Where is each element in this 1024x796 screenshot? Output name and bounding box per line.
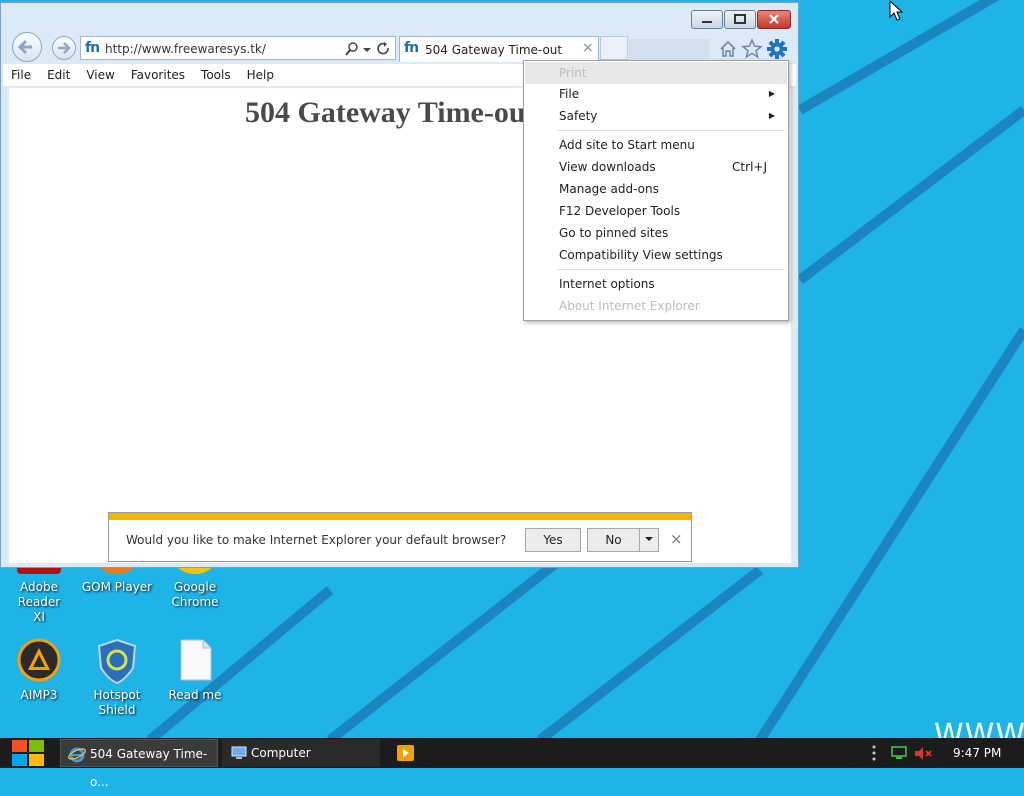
- menu-item-go-to-pinned-sites[interactable]: Go to pinned sites: [525, 222, 787, 244]
- start-button[interactable]: [8, 738, 48, 768]
- page-title: 504 Gateway Time-out: [245, 96, 536, 129]
- tab-close-icon[interactable]: ×: [582, 40, 594, 56]
- menu-view[interactable]: View: [78, 64, 122, 86]
- menu-item-safety[interactable]: Safety ▶: [525, 105, 787, 127]
- favorites-star-icon[interactable]: [741, 38, 763, 60]
- windows-logo-icon: [12, 740, 44, 766]
- close-button[interactable]: [757, 10, 791, 29]
- maximize-button[interactable]: [724, 10, 756, 29]
- menu-item-manage-add-ons[interactable]: Manage add-ons: [525, 178, 787, 200]
- back-button[interactable]: [12, 32, 42, 62]
- tab-title: 504 Gateway Time-out: [425, 43, 563, 57]
- volume-muted-icon[interactable]: [913, 746, 933, 761]
- taskbar-item-ie[interactable]: 504 Gateway Time-o...: [60, 739, 218, 789]
- refresh-icon[interactable]: [376, 41, 392, 57]
- desktop-icon-hotspot-shield[interactable]: Hotspot Shield: [78, 638, 156, 718]
- clock-time: 9:47 PM: [953, 746, 1002, 760]
- taskbar-item-label: 504 Gateway Time-o...: [90, 747, 208, 789]
- taskbar-item-computer[interactable]: Computer: [222, 739, 380, 767]
- menu-item-internet-options[interactable]: Internet options: [525, 273, 787, 295]
- submenu-arrow-icon: ▶: [768, 89, 775, 98]
- minimize-icon: [702, 21, 712, 23]
- menu-separator: [557, 130, 785, 131]
- watermark-text: WWW.FR: [934, 718, 1024, 738]
- desktop-icon-label: Google: [173, 580, 217, 594]
- address-url-text: http://www.freewaresys.tk/: [105, 42, 266, 56]
- hotspot-shield-icon: [95, 638, 139, 685]
- computer-icon: [231, 746, 247, 759]
- back-arrow-icon: [17, 39, 32, 55]
- desktop-icon-label: Read me: [168, 688, 222, 702]
- dropdown-arrow-icon[interactable]: [362, 41, 372, 57]
- desktop-icon-label: Chrome: [171, 595, 219, 609]
- home-icon[interactable]: [718, 39, 738, 59]
- search-icon[interactable]: [344, 41, 360, 57]
- tray-overflow-icon[interactable]: [871, 744, 877, 762]
- desktop-icon-label: XI: [33, 610, 45, 624]
- shortcut-text: Ctrl+J: [732, 160, 767, 174]
- desktop-icon-label: Adobe Reader: [17, 580, 61, 609]
- restore-icon: [734, 14, 746, 24]
- taskbar: 504 Gateway Time-o... Computer 9:47 PM: [0, 738, 1024, 789]
- default-browser-notification: Would you like to make Internet Explorer…: [108, 512, 692, 562]
- menu-separator: [557, 269, 785, 270]
- tab-favicon-icon: fn: [404, 40, 419, 56]
- notification-close-icon[interactable]: ×: [670, 530, 683, 548]
- no-button[interactable]: No: [587, 528, 640, 552]
- text-file-icon: [173, 638, 217, 682]
- notification-accent-bar: [109, 513, 691, 520]
- menu-item-view-downloads[interactable]: View downloads Ctrl+J: [525, 156, 787, 178]
- menu-tools[interactable]: Tools: [193, 64, 239, 86]
- submenu-arrow-icon: ▶: [768, 111, 775, 120]
- mouse-cursor-icon: [889, 0, 904, 21]
- tools-gear-icon[interactable]: [766, 38, 788, 60]
- menu-item-print[interactable]: Print: [525, 62, 787, 84]
- taskbar-item-label: Computer: [251, 746, 311, 760]
- desktop-icon-label: Hotspot: [93, 688, 141, 702]
- media-player-icon[interactable]: [397, 745, 414, 761]
- forward-button[interactable]: [52, 36, 76, 60]
- desktop-icon-label: GOM Player: [81, 580, 153, 594]
- dropdown-arrow-icon: [645, 537, 653, 541]
- tab-active[interactable]: fn 504 Gateway Time-out ×: [399, 36, 599, 62]
- forward-arrow-icon: [58, 42, 71, 54]
- minimize-button[interactable]: [691, 10, 723, 29]
- close-icon: [769, 14, 779, 24]
- desktop-icon-label: Shield: [98, 703, 136, 717]
- aimp3-icon: [17, 638, 61, 682]
- yes-button[interactable]: Yes: [525, 528, 581, 552]
- tools-menu: Print File ▶ Safety ▶ Add site to Start me…: [523, 60, 789, 321]
- desktop-icon-label: AIMP3: [20, 688, 58, 702]
- site-favicon-icon: fn: [85, 40, 100, 56]
- tab-strip-space: [629, 39, 709, 59]
- menu-item-file[interactable]: File ▶: [525, 83, 787, 105]
- menu-item-compatibility-view-settings[interactable]: Compatibility View settings: [525, 244, 787, 266]
- menu-edit[interactable]: Edit: [39, 64, 78, 86]
- desktop-icon-read-me[interactable]: Read me: [156, 638, 234, 703]
- menu-file[interactable]: File: [3, 64, 39, 86]
- menu-item-about-internet-explorer[interactable]: About Internet Explorer: [525, 295, 787, 317]
- notification-message: Would you like to make Internet Explorer…: [126, 533, 507, 547]
- menu-item-add-site-to-start-menu[interactable]: Add site to Start menu: [525, 134, 787, 156]
- address-bar[interactable]: fn http://www.freewaresys.tk/: [80, 36, 396, 60]
- network-icon[interactable]: [890, 746, 908, 761]
- ie-icon: [68, 747, 86, 763]
- desktop-icon-aimp3[interactable]: AIMP3: [0, 638, 78, 703]
- menu-item-f12-developer-tools[interactable]: F12 Developer Tools: [525, 200, 787, 222]
- no-options-dropdown[interactable]: [639, 528, 659, 552]
- menu-help[interactable]: Help: [239, 64, 282, 86]
- menu-favorites[interactable]: Favorites: [123, 64, 193, 86]
- new-tab-button[interactable]: [600, 36, 628, 60]
